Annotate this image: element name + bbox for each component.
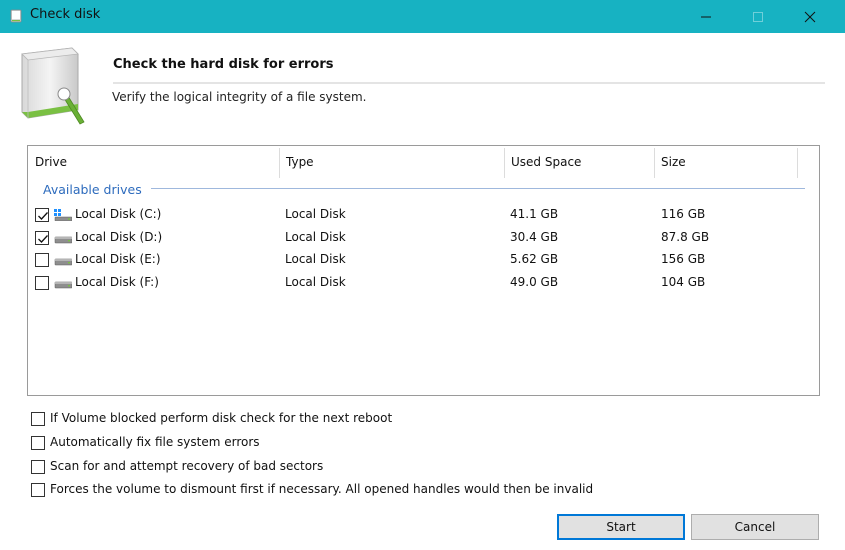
checkmark-icon <box>38 212 48 220</box>
drive-type: Local Disk <box>285 252 346 266</box>
column-header-type[interactable]: Type <box>279 146 504 179</box>
minimize-icon <box>701 16 711 17</box>
drive-checkbox[interactable] <box>35 208 49 222</box>
drive-used-space: 49.0 GB <box>510 275 559 289</box>
header-divider <box>113 82 825 84</box>
column-header-drive[interactable]: Drive <box>28 146 279 179</box>
hard-drive-icon <box>54 281 72 289</box>
drive-size: 87.8 GB <box>661 230 710 244</box>
drive-size: 116 GB <box>661 207 706 221</box>
column-separator[interactable] <box>797 148 798 178</box>
table-row[interactable]: Local Disk (D:) Local Disk 30.4 GB 87.8 … <box>28 227 819 249</box>
option-checkbox[interactable] <box>31 460 45 474</box>
option-label: If Volume blocked perform disk check for… <box>50 411 393 425</box>
option-label: Automatically fix file system errors <box>50 435 260 449</box>
start-button[interactable]: Start <box>557 514 685 540</box>
option-label: Scan for and attempt recovery of bad sec… <box>50 459 324 473</box>
header-title: Check the hard disk for errors <box>113 57 334 72</box>
drive-checkbox[interactable] <box>35 276 49 290</box>
close-button[interactable] <box>787 0 833 33</box>
checkmark-icon <box>38 235 48 243</box>
option-checkbox[interactable] <box>31 483 45 497</box>
drive-name: Local Disk (D:) <box>75 230 163 244</box>
drive-name: Local Disk (C:) <box>75 207 162 221</box>
system-drive-icon <box>54 209 72 221</box>
option-label: Forces the volume to dismount first if n… <box>50 482 594 496</box>
drive-type: Local Disk <box>285 275 346 289</box>
drive-used-space: 5.62 GB <box>510 252 559 266</box>
drive-used-space: 30.4 GB <box>510 230 559 244</box>
column-header-size[interactable]: Size <box>654 146 797 179</box>
group-divider <box>151 188 805 189</box>
column-header-used-space[interactable]: Used Space <box>504 146 654 179</box>
option-checkbox[interactable] <box>31 436 45 450</box>
drive-size: 104 GB <box>661 275 706 289</box>
header-subtitle: Verify the logical integrity of a file s… <box>112 90 367 104</box>
maximize-icon <box>753 11 763 22</box>
drive-checkbox[interactable] <box>35 231 49 245</box>
drive-size: 156 GB <box>661 252 706 266</box>
table-row[interactable]: Local Disk (F:) Local Disk 49.0 GB 104 G… <box>28 272 819 294</box>
drive-name: Local Disk (E:) <box>75 252 161 266</box>
app-icon <box>10 9 22 23</box>
close-icon <box>804 11 816 22</box>
check-disk-icon <box>21 47 85 125</box>
maximize-button[interactable] <box>735 0 781 33</box>
group-label-available-drives: Available drives <box>43 182 142 197</box>
minimize-button[interactable] <box>683 0 729 33</box>
drive-name: Local Disk (F:) <box>75 275 159 289</box>
drive-list[interactable]: Drive Type Used Space Size Available dri… <box>27 145 820 396</box>
drive-type: Local Disk <box>285 230 346 244</box>
window-title: Check disk <box>30 7 101 22</box>
drive-checkbox[interactable] <box>35 253 49 267</box>
option-checkbox[interactable] <box>31 412 45 426</box>
hard-drive-icon <box>54 258 72 266</box>
cancel-button[interactable]: Cancel <box>691 514 819 540</box>
hard-drive-icon <box>54 236 72 244</box>
drive-used-space: 41.1 GB <box>510 207 559 221</box>
title-bar: Check disk <box>0 0 845 33</box>
table-row[interactable]: Local Disk (E:) Local Disk 5.62 GB 156 G… <box>28 249 819 271</box>
drive-type: Local Disk <box>285 207 346 221</box>
table-row[interactable]: Local Disk (C:) Local Disk 41.1 GB 116 G… <box>28 204 819 226</box>
